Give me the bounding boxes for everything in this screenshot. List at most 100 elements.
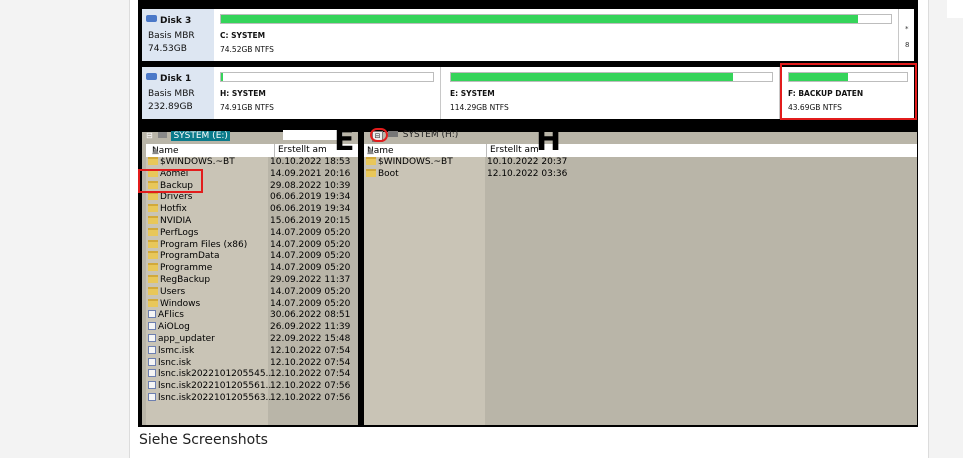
list-item[interactable]: ProgramData 14.07.2009 05:20	[148, 251, 350, 263]
item-name: app_updater	[158, 334, 215, 344]
item-date: 26.09.2022 11:39	[270, 322, 351, 333]
file-icon	[148, 393, 156, 401]
disk-label: Disk 1 Basis MBR 232.89GB	[142, 67, 214, 119]
folder-icon	[366, 168, 376, 177]
item-name: Programme	[160, 263, 213, 274]
list-item[interactable]: app_updater 22.09.2022 15:48	[148, 334, 350, 346]
list-item[interactable]: $WINDOWS.~BT 10.10.2022 18:53	[148, 157, 350, 169]
list-item[interactable]: AFlics 30.06.2022 08:51	[148, 310, 350, 322]
list-item[interactable]: Windows 14.07.2009 05:20	[148, 298, 350, 311]
file-icon	[148, 334, 156, 342]
item-date: 14.07.2009 05:20	[270, 263, 351, 274]
list-item[interactable]: NVIDIA 15.06.2019 20:15	[148, 216, 350, 228]
file-icon	[148, 381, 156, 390]
disk-name: Disk 3	[160, 16, 192, 26]
hard-disk-icon	[146, 15, 157, 22]
disk-type: Basis MBR	[148, 31, 195, 41]
item-date: 10.10.2022 18:53	[270, 157, 351, 167]
list-item[interactable]: Hotfix 06.06.2019 19:34	[148, 204, 350, 216]
partition-e[interactable]: E: SYSTEM 114.29GB NTFS	[446, 67, 780, 119]
list-item[interactable]: lsmc.isk 12.10.2022 07:54	[148, 345, 350, 358]
item-date: 12.10.2022 07:54	[270, 369, 351, 380]
sort-up-icon: ▲	[152, 146, 159, 156]
highlight-partition-f	[780, 63, 917, 120]
usage-bar	[220, 72, 434, 82]
col-date-header[interactable]: Erstellt am	[274, 144, 327, 157]
item-date: 12.10.2022 07:56	[270, 381, 351, 392]
item-date: 12.10.2022 07:54	[270, 345, 351, 356]
usage-fill	[451, 73, 734, 81]
pane-drive-name[interactable]: SYSTEM (E:)	[171, 131, 230, 141]
item-name: AiOLog	[158, 322, 190, 333]
collapse-icon[interactable]: ⊟	[146, 131, 153, 140]
item-date: 22.09.2022 15:48	[270, 334, 351, 344]
partition-c[interactable]: C: SYSTEM 74.52GB NTFS	[216, 9, 899, 61]
folder-icon	[148, 263, 158, 272]
folder-icon	[148, 286, 158, 295]
file-icon	[148, 369, 156, 378]
drive-icon	[387, 131, 398, 137]
item-name: Hotfix	[160, 204, 187, 215]
pane-title: ⊟ SYSTEM (E:)	[146, 130, 343, 142]
partition-name: E: SYSTEM	[450, 89, 495, 98]
file-icon	[148, 310, 156, 319]
item-name: RegBackup	[160, 275, 211, 285]
item-name: NVIDIA	[160, 216, 192, 226]
item-date: 14.09.2021 20:16	[270, 168, 351, 179]
bottom-border	[138, 425, 918, 427]
column-header: Name ▲ Erstellt am	[146, 144, 358, 158]
item-name: ProgramData	[160, 251, 220, 262]
annotation-letter-h: H	[536, 123, 562, 158]
highlight-backup-folders	[138, 169, 203, 193]
folder-icon	[366, 157, 376, 165]
item-name: Drivers	[160, 192, 193, 203]
item-name: Users	[160, 286, 186, 297]
list-item[interactable]: lsnc.isk2022101205561... 12.10.2022 07:56	[148, 381, 350, 393]
list-item[interactable]: Drivers 06.06.2019 19:34	[148, 192, 350, 204]
item-name: AFlics	[158, 310, 184, 321]
disk-size: 74.53GB	[148, 44, 187, 54]
pane-drive-name[interactable]: SYSTEM (H:)	[403, 130, 459, 140]
annotation-letter-e: E	[334, 123, 355, 158]
partition-size: 114.29GB NTFS	[450, 103, 509, 112]
unallocated-mini[interactable]: * 8	[900, 9, 914, 61]
item-date: 29.08.2022 10:39	[270, 180, 351, 191]
list-item[interactable]: Users 14.07.2009 05:20	[148, 286, 350, 299]
list-item[interactable]: $WINDOWS.~BT 10.10.2022 20:37	[366, 157, 567, 169]
highlight-expand-icon	[370, 128, 388, 142]
disk-row-3[interactable]: Disk 3 Basis MBR 74.53GB C: SYSTEM 74.52…	[142, 9, 914, 61]
item-date: 14.07.2009 05:20	[270, 251, 351, 262]
list-item[interactable]: AiOLog 26.09.2022 11:39	[148, 322, 350, 334]
item-date: 14.07.2009 05:20	[270, 239, 351, 250]
folder-icon	[148, 227, 158, 236]
item-date: 29.09.2022 11:37	[270, 275, 351, 285]
item-date: 12.10.2022 07:56	[270, 393, 351, 403]
list-item[interactable]: lsnc.isk2022101205545... 12.10.2022 07:54	[148, 369, 350, 381]
item-date: 14.07.2009 05:20	[270, 286, 351, 297]
page-scrollbar[interactable]	[947, 0, 963, 458]
folder-icon	[148, 157, 158, 165]
list-item[interactable]: Program Files (x86) 14.07.2009 05:20	[148, 239, 350, 252]
partition-size: 74.91GB NTFS	[220, 103, 274, 112]
column-header: Name ▲ Erstellt am	[364, 144, 917, 158]
usage-bar	[220, 14, 892, 24]
folder-icon	[148, 192, 158, 201]
drive-icon	[157, 132, 167, 138]
list-item[interactable]: RegBackup 29.09.2022 11:37	[148, 275, 350, 287]
col-date-header[interactable]: Erstellt am	[486, 144, 539, 157]
list-item[interactable]: Programme 14.07.2009 05:20	[148, 263, 350, 275]
list-item[interactable]: PerfLogs 14.07.2009 05:20	[148, 227, 350, 240]
item-name: $WINDOWS.~BT	[160, 157, 235, 167]
mini-label-bottom: 8	[905, 41, 910, 49]
list-item[interactable]: lsnc.isk2022101205563... 12.10.2022 07:56	[148, 393, 350, 405]
usage-bar	[450, 72, 773, 82]
folder-icon	[148, 239, 158, 248]
item-name: PerfLogs	[160, 227, 199, 238]
disk-type: Basis MBR	[148, 89, 195, 99]
sort-up-icon: ▲	[367, 146, 374, 156]
list-item[interactable]: Boot 12.10.2022 03:36	[366, 168, 567, 181]
scrollbar-thumb[interactable]	[947, 0, 963, 18]
folder-icon	[148, 275, 158, 283]
partition-h[interactable]: H: SYSTEM 74.91GB NTFS	[216, 67, 441, 119]
list-item[interactable]: lsnc.isk 12.10.2022 07:54	[148, 357, 350, 370]
